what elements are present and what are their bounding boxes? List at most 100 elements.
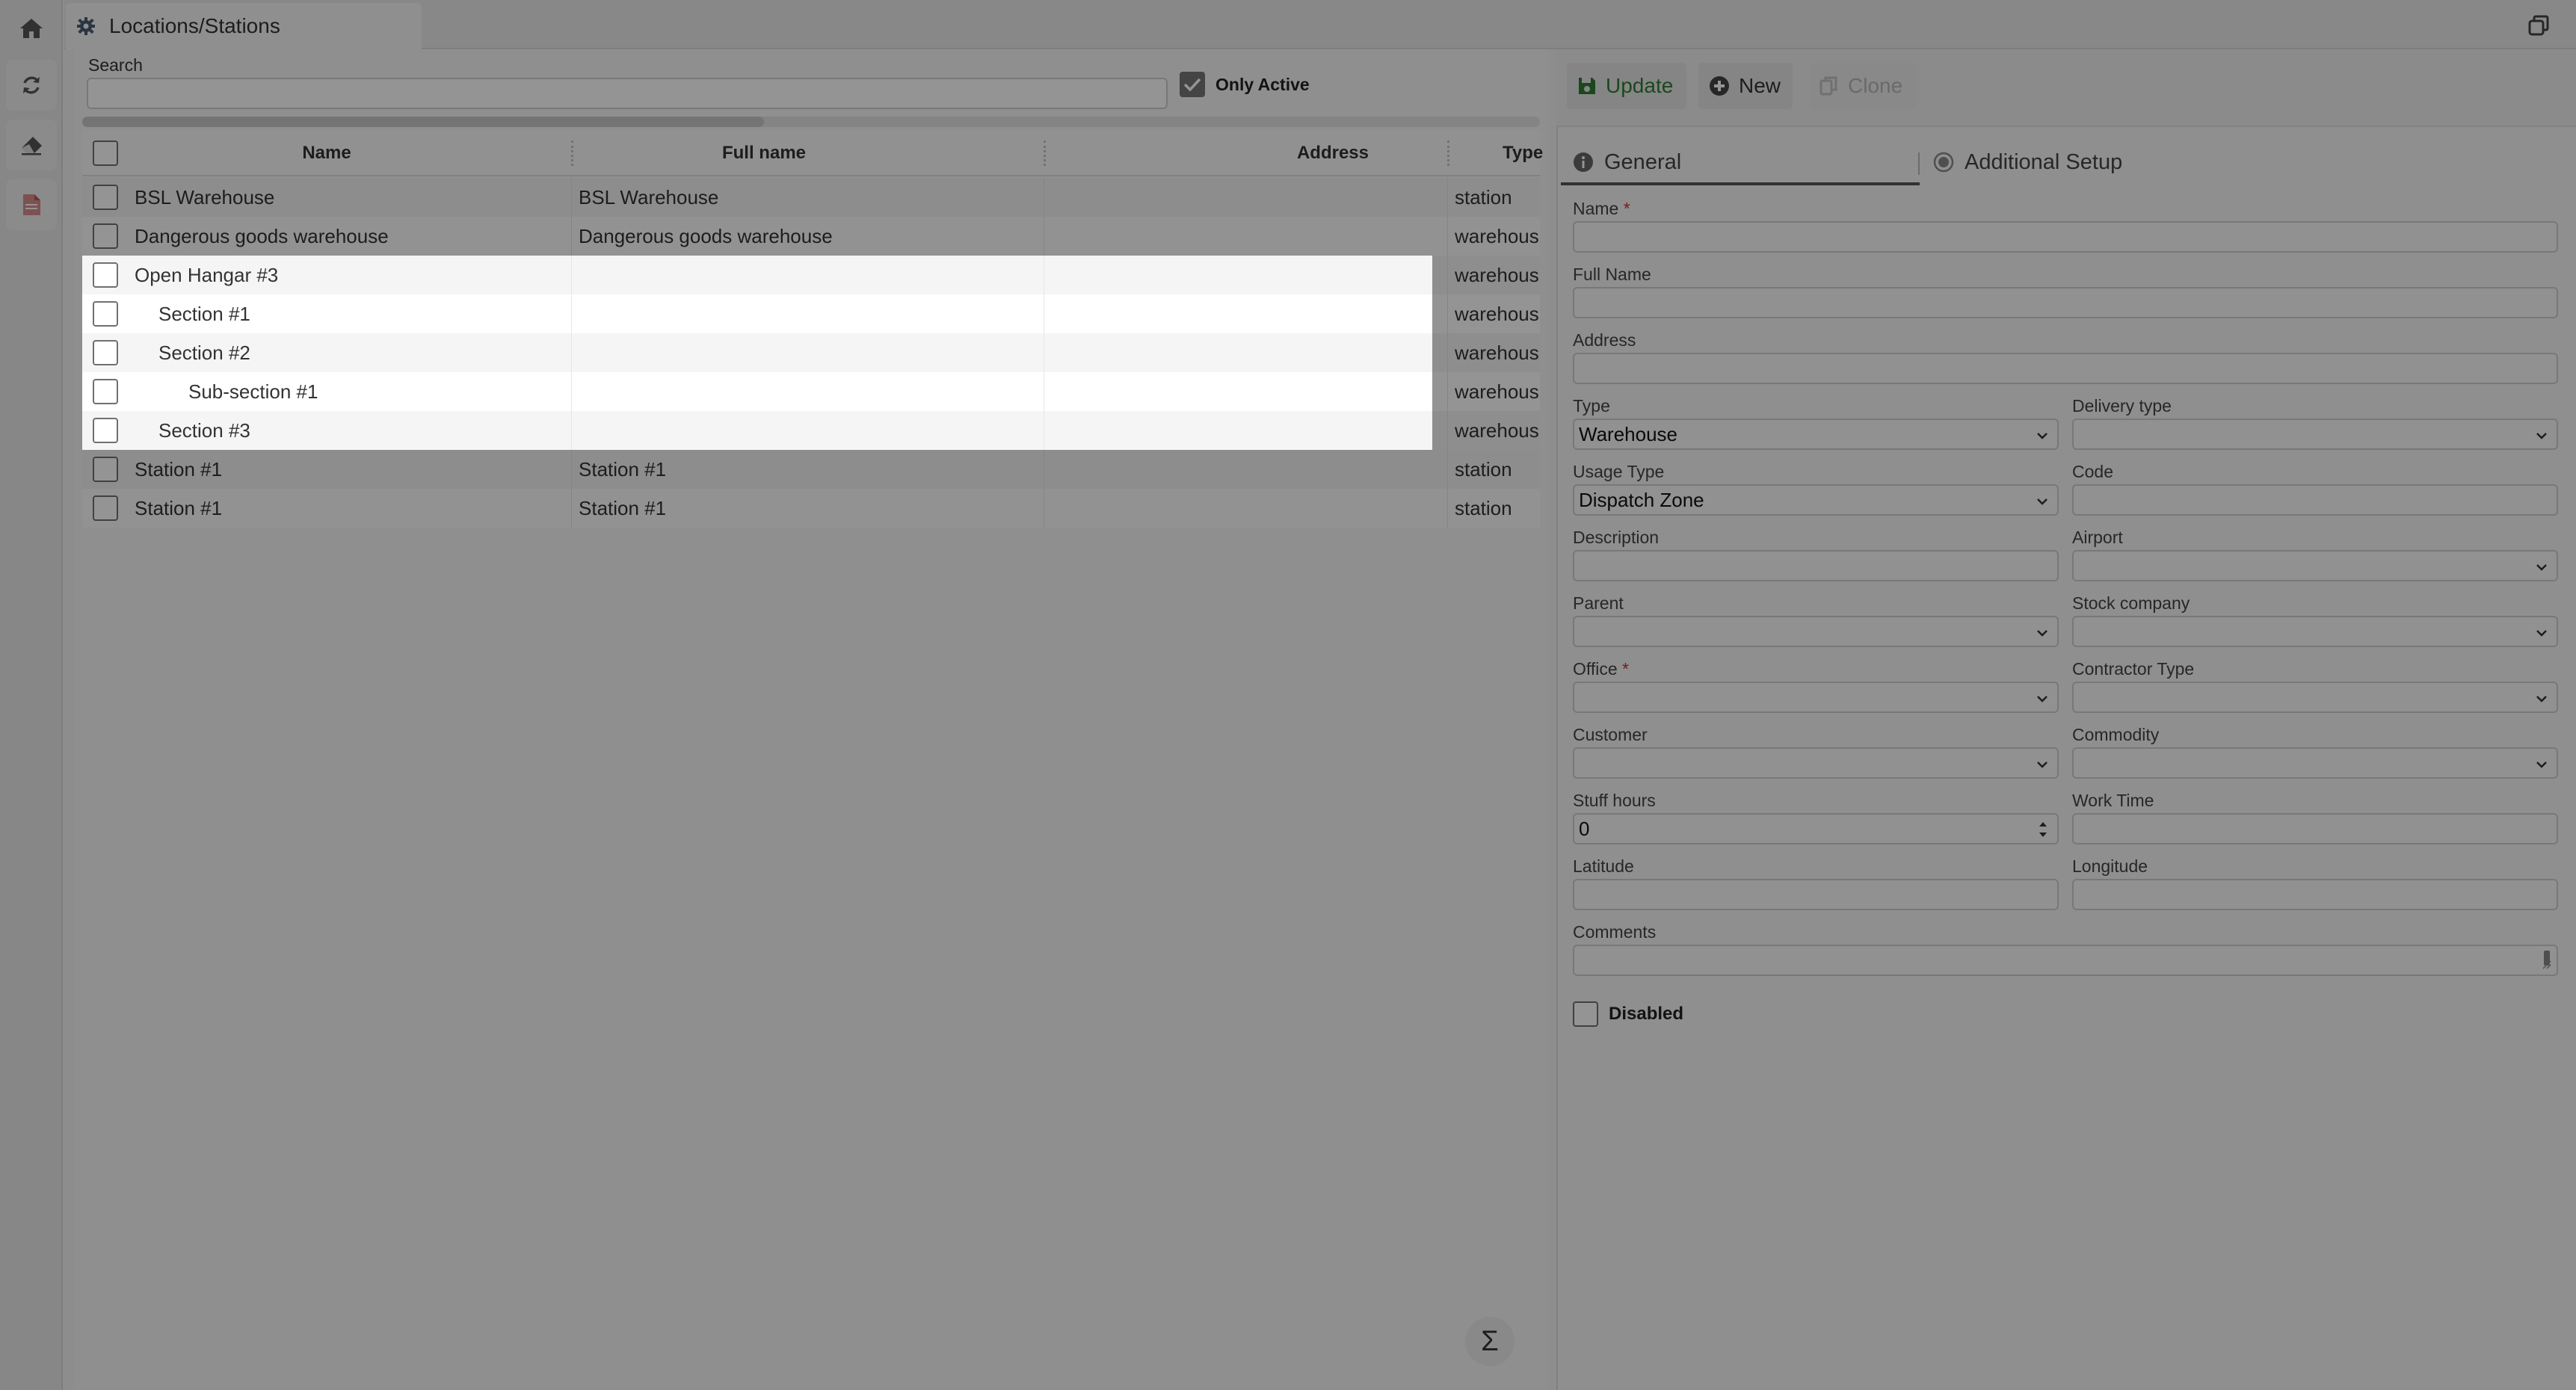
delivery-type-label: Delivery type [2072, 396, 2172, 416]
commodity-select[interactable] [2072, 747, 2558, 779]
airport-select[interactable] [2072, 550, 2558, 581]
address-label: Address [1573, 330, 1636, 350]
pdf-icon [21, 193, 42, 217]
window-tab-locations[interactable]: Locations/Stations [66, 3, 422, 49]
row-checkbox[interactable] [93, 223, 118, 249]
column-divider [1447, 450, 1448, 489]
tab-additional-setup[interactable]: Additional Setup [1933, 139, 2122, 185]
type-label: Type [1573, 396, 1610, 416]
update-button[interactable]: Update [1567, 63, 1686, 109]
row-checkbox[interactable] [93, 340, 118, 365]
column-header-type[interactable]: Type [1503, 130, 1562, 176]
chevron-down-icon [2035, 757, 2050, 772]
row-checkbox[interactable] [93, 495, 118, 521]
chevron-down-icon [2035, 494, 2050, 509]
disabled-toggle[interactable]: Disabled [1573, 1001, 1683, 1027]
sigma-icon[interactable]: Σ [1465, 1317, 1515, 1366]
latitude-field[interactable] [1573, 879, 2059, 910]
parent-label: Parent [1573, 593, 1624, 613]
column-divider [571, 217, 572, 256]
contractor-type-select[interactable] [2072, 682, 2558, 713]
contractor-type-label: Contractor Type [2072, 659, 2195, 679]
only-active-toggle[interactable]: Only Active [1180, 69, 1310, 100]
row-checkbox[interactable] [93, 379, 118, 404]
copy-icon [1819, 76, 1839, 96]
eraser-icon [19, 135, 43, 155]
column-divider [571, 489, 572, 528]
address-field[interactable] [1573, 353, 2558, 384]
longitude-field[interactable] [2072, 879, 2558, 910]
cell-full-name: BSL Warehouse [579, 185, 719, 208]
stuff-hours-stepper[interactable]: 0 [1573, 813, 2059, 844]
new-button[interactable]: New [1698, 63, 1793, 109]
table-row[interactable]: Sub-section #1 warehous [82, 372, 1540, 411]
table-row[interactable]: Dangerous goods warehouse Dangerous good… [82, 217, 1540, 256]
update-label: Update [1606, 74, 1674, 97]
chevron-down-icon [2534, 428, 2549, 443]
table-row[interactable]: Station #1 Station #1 station [82, 489, 1540, 528]
search-label: Search [88, 55, 143, 75]
row-checkbox[interactable] [93, 457, 118, 482]
table-row[interactable]: BSL Warehouse BSL Warehouse station [82, 178, 1540, 217]
cell-name: Section #2 [158, 341, 250, 364]
stock-company-select[interactable] [2072, 616, 2558, 647]
work-time-field[interactable] [2072, 813, 2558, 844]
name-field[interactable] [1573, 221, 2558, 253]
usage-type-select[interactable]: Dispatch Zone [1573, 484, 2059, 516]
plus-circle-icon [1709, 75, 1730, 96]
column-resize-handle[interactable] [1447, 140, 1449, 166]
row-checkbox[interactable] [93, 185, 118, 210]
column-divider [571, 256, 572, 294]
table-row[interactable]: Open Hangar #3 warehous [82, 256, 1540, 294]
column-divider [1447, 256, 1448, 294]
chevron-down-icon [2534, 560, 2549, 575]
work-time-label: Work Time [2072, 791, 2154, 810]
cell-full-name: Station #1 [579, 496, 667, 519]
customer-label: Customer [1573, 725, 1648, 744]
type-select[interactable]: Warehouse [1573, 418, 2059, 450]
row-checkbox[interactable] [93, 418, 118, 443]
delivery-type-select[interactable] [2072, 418, 2558, 450]
home-button[interactable] [6, 3, 57, 54]
name-label: Name * [1573, 199, 1630, 218]
table-row[interactable]: Section #3 warehous [82, 411, 1540, 450]
select-all-checkbox[interactable] [93, 140, 118, 166]
customer-select[interactable] [1573, 747, 2059, 779]
description-field[interactable] [1573, 550, 2059, 581]
search-input[interactable] [87, 78, 1168, 109]
clear-filters-button[interactable] [6, 120, 57, 170]
chevron-down-icon [2035, 428, 2050, 443]
column-divider [1447, 217, 1448, 256]
table-row[interactable]: Station #1 Station #1 station [82, 450, 1540, 489]
table-row[interactable]: Section #2 warehous [82, 333, 1540, 372]
row-checkbox[interactable] [93, 262, 118, 288]
full-name-field[interactable] [1573, 287, 2558, 318]
column-divider [1447, 178, 1448, 217]
code-field[interactable] [2072, 484, 2558, 516]
chevron-down-icon [2035, 691, 2050, 706]
comments-textarea[interactable] [1573, 945, 2558, 976]
horizontal-scroll-thumb[interactable] [82, 117, 764, 127]
refresh-button[interactable] [6, 60, 57, 111]
cell-name: Station #1 [135, 496, 223, 519]
row-checkbox[interactable] [93, 301, 118, 327]
restore-window-icon[interactable] [2527, 13, 2551, 37]
only-active-checkbox[interactable] [1180, 72, 1205, 97]
pdf-export-button[interactable] [6, 179, 57, 230]
office-select[interactable] [1573, 682, 2059, 713]
column-header-full-name[interactable]: Full name [573, 130, 955, 176]
tab-general-label: General [1604, 149, 1682, 174]
stepper-arrows-icon [2036, 818, 2050, 841]
radio-dot-icon [1933, 152, 1954, 173]
longitude-label: Longitude [2072, 856, 2148, 876]
description-label: Description [1573, 528, 1660, 547]
cell-type: station [1455, 457, 1512, 481]
parent-select[interactable] [1573, 616, 2059, 647]
column-header-name[interactable]: Name [135, 130, 519, 176]
clone-button[interactable]: Clone [1809, 63, 1917, 109]
tab-general[interactable]: General [1573, 139, 1681, 185]
disabled-checkbox[interactable] [1573, 1001, 1598, 1027]
table-row[interactable]: Section #1 warehous [82, 294, 1540, 333]
column-divider [1447, 333, 1448, 372]
cell-type: station [1455, 185, 1512, 208]
